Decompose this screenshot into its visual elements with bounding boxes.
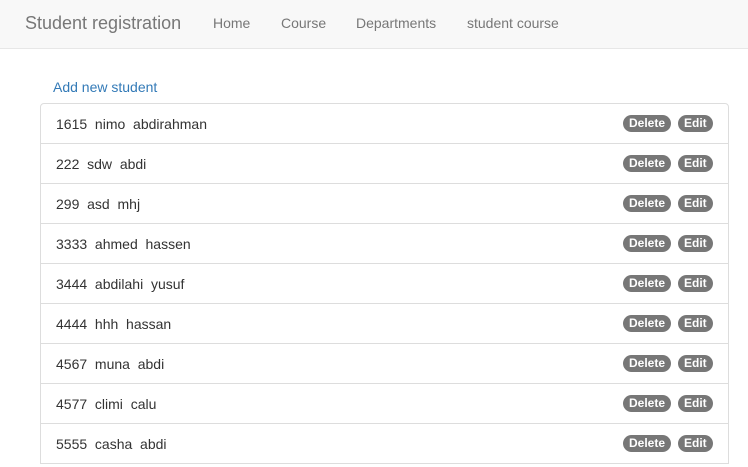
brand-title[interactable]: Student registration	[25, 11, 181, 35]
delete-button[interactable]: Delete	[623, 155, 672, 172]
edit-button[interactable]: Edit	[678, 315, 713, 332]
edit-button[interactable]: Edit	[678, 435, 713, 452]
delete-button[interactable]: Delete	[623, 235, 672, 252]
student-list: 1615 nimo abdirahman Delete Edit 222 sdw ab…	[40, 103, 729, 464]
delete-button[interactable]: Delete	[623, 275, 672, 292]
nav-link-student-course[interactable]: student course	[467, 14, 559, 32]
student-info: 3333 ahmed hassen	[56, 236, 191, 252]
student-info: 4444 hhh hassan	[56, 316, 172, 332]
navbar: Student registration Home Course Departm…	[0, 0, 748, 49]
nav-link-home[interactable]: Home	[213, 14, 250, 32]
edit-button[interactable]: Edit	[678, 235, 713, 252]
edit-button[interactable]: Edit	[678, 195, 713, 212]
student-info: 222 sdw abdi	[56, 156, 147, 172]
student-row: 222 sdw abdi Delete Edit	[40, 143, 729, 184]
edit-button[interactable]: Edit	[678, 275, 713, 292]
edit-button[interactable]: Edit	[678, 155, 713, 172]
delete-button[interactable]: Delete	[623, 115, 672, 132]
student-row: 4444 hhh hassan Delete Edit	[40, 303, 729, 344]
student-row: 3444 abdilahi yusuf Delete Edit	[40, 263, 729, 304]
add-new-student-link[interactable]: Add new student	[53, 78, 157, 96]
student-info: 299 asd mhj	[56, 196, 141, 212]
student-info: 1615 nimo abdirahman	[56, 116, 207, 132]
nav-link-departments[interactable]: Departments	[356, 14, 436, 32]
student-info: 5555 casha abdi	[56, 436, 167, 452]
nav-link-course[interactable]: Course	[281, 14, 326, 32]
student-info: 3444 abdilahi yusuf	[56, 276, 185, 292]
student-row: 5555 casha abdi Delete Edit	[40, 423, 729, 464]
student-row: 299 asd mhj Delete Edit	[40, 183, 729, 224]
student-row: 4577 climi calu Delete Edit	[40, 383, 729, 424]
edit-button[interactable]: Edit	[678, 115, 713, 132]
student-row: 3333 ahmed hassen Delete Edit	[40, 223, 729, 264]
student-info: 4577 climi calu	[56, 396, 157, 412]
student-row: 4567 muna abdi Delete Edit	[40, 343, 729, 384]
delete-button[interactable]: Delete	[623, 355, 672, 372]
delete-button[interactable]: Delete	[623, 395, 672, 412]
delete-button[interactable]: Delete	[623, 435, 672, 452]
student-row: 1615 nimo abdirahman Delete Edit	[40, 103, 729, 144]
edit-button[interactable]: Edit	[678, 395, 713, 412]
delete-button[interactable]: Delete	[623, 315, 672, 332]
student-info: 4567 muna abdi	[56, 356, 165, 372]
delete-button[interactable]: Delete	[623, 195, 672, 212]
edit-button[interactable]: Edit	[678, 355, 713, 372]
